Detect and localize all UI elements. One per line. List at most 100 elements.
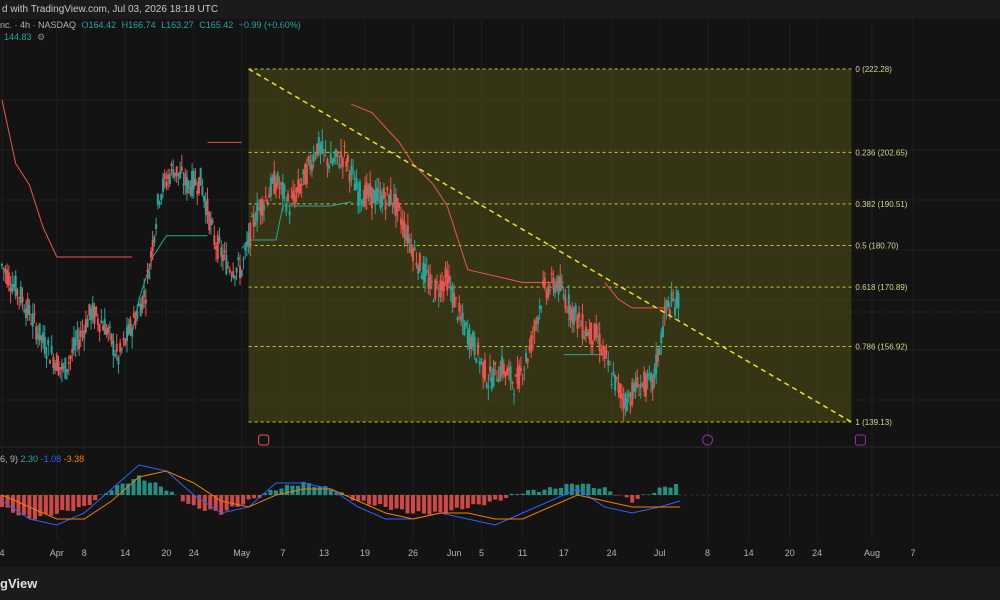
candle-body <box>377 189 380 192</box>
candle-body <box>239 265 242 279</box>
candle-body <box>216 234 219 260</box>
candle-body <box>331 161 334 165</box>
candle-body <box>120 348 123 350</box>
candle-body <box>203 196 206 202</box>
macd-histogram-bar <box>180 495 185 502</box>
x-tick-label: May <box>233 548 251 558</box>
candle-body <box>655 354 658 374</box>
candle-body <box>535 320 538 324</box>
x-tick-label: 19 <box>360 548 370 558</box>
candle-body <box>141 296 144 310</box>
candle-body <box>275 182 277 191</box>
candle-body <box>451 286 454 305</box>
candle-body <box>278 186 281 190</box>
candle-body <box>11 283 14 293</box>
candle-body <box>605 351 608 353</box>
candle-body <box>514 375 517 377</box>
candle-body <box>14 275 17 297</box>
macd-histogram-bar <box>569 483 574 495</box>
candle-body <box>91 303 94 319</box>
candle-body <box>545 290 548 299</box>
macd-histogram-bar <box>504 495 509 499</box>
candle-body <box>461 312 464 323</box>
candle-body <box>251 216 254 218</box>
candle-body <box>266 199 269 205</box>
candle-body <box>110 334 113 345</box>
macd-histogram-bar <box>400 495 405 510</box>
candle-body <box>161 178 164 192</box>
candle-body <box>334 149 337 157</box>
candle-body <box>557 275 560 295</box>
macd-histogram-bar <box>153 482 158 495</box>
macd-histogram-bar <box>252 495 257 499</box>
macd-histogram-bar <box>290 485 295 495</box>
candle-body <box>322 149 325 151</box>
macd-legend: 6, 9) 2.30 -1.08 -3.38 <box>0 454 84 464</box>
candle-body <box>382 187 385 199</box>
candle-body <box>149 251 152 258</box>
candle-body <box>220 247 223 257</box>
candle-body <box>518 364 521 389</box>
candle-body <box>177 172 180 176</box>
candle-body <box>513 394 516 396</box>
candle-body <box>365 182 368 199</box>
earnings-marker-icon <box>854 434 866 446</box>
candle-body <box>547 285 550 298</box>
candle-body <box>400 218 403 225</box>
candle-body <box>442 281 445 292</box>
macd-histogram-bar <box>158 486 163 495</box>
macd-histogram-bar <box>454 495 459 508</box>
candle-body <box>155 223 158 230</box>
candle-body <box>158 202 161 204</box>
candle-body <box>283 185 286 192</box>
candle-body <box>86 318 89 328</box>
candle-body <box>603 347 606 360</box>
macd-histogram-bar <box>405 495 410 514</box>
candle-body <box>485 383 488 388</box>
candle-body <box>444 267 447 277</box>
candle-body <box>26 298 29 315</box>
candle-body <box>204 201 207 215</box>
candle-body <box>362 198 365 207</box>
candle-body <box>509 366 512 382</box>
candle-body <box>459 316 462 319</box>
candle-body <box>276 173 279 186</box>
brand-bar: gView <box>0 567 1000 600</box>
candle-body <box>530 335 533 353</box>
macd-params: 6, 9) <box>0 454 19 464</box>
candle-body <box>638 394 641 396</box>
candle-body <box>487 385 490 388</box>
candle-body <box>328 165 331 169</box>
candle-body <box>559 277 562 291</box>
candle-body <box>47 339 50 346</box>
macd-histogram-bar <box>284 484 289 495</box>
candle-body <box>340 151 343 158</box>
candle-body <box>36 333 39 339</box>
macd-histogram-bar <box>394 495 399 509</box>
candle-body <box>608 364 611 366</box>
candle-body <box>667 300 670 307</box>
candle-body <box>360 201 363 205</box>
candle-body <box>307 156 310 162</box>
candle-body <box>298 183 301 194</box>
macd-histogram-bar <box>476 495 481 505</box>
candle-body <box>143 290 146 297</box>
price-chart[interactable]: 0 (222.28) 0.236 (202.65) 0.382 (190.51) 0.… <box>0 0 1000 600</box>
candle-body <box>23 310 26 313</box>
candle-body <box>43 336 46 354</box>
candle-body <box>67 362 70 364</box>
candle-body <box>468 328 471 349</box>
macd-histogram-bar <box>421 495 426 514</box>
candle-body <box>100 320 103 323</box>
candle-body <box>31 313 34 327</box>
macd-histogram-bar <box>372 495 377 506</box>
candle-body <box>151 239 154 252</box>
candle-body <box>384 199 387 210</box>
candle-body <box>341 157 344 168</box>
macd-histogram-bar <box>328 489 333 495</box>
macd-histogram-bar <box>169 491 174 495</box>
candle-body <box>252 214 255 228</box>
candle-body <box>257 207 260 210</box>
macd-histogram-bar <box>553 488 558 495</box>
candle-body <box>588 328 591 340</box>
